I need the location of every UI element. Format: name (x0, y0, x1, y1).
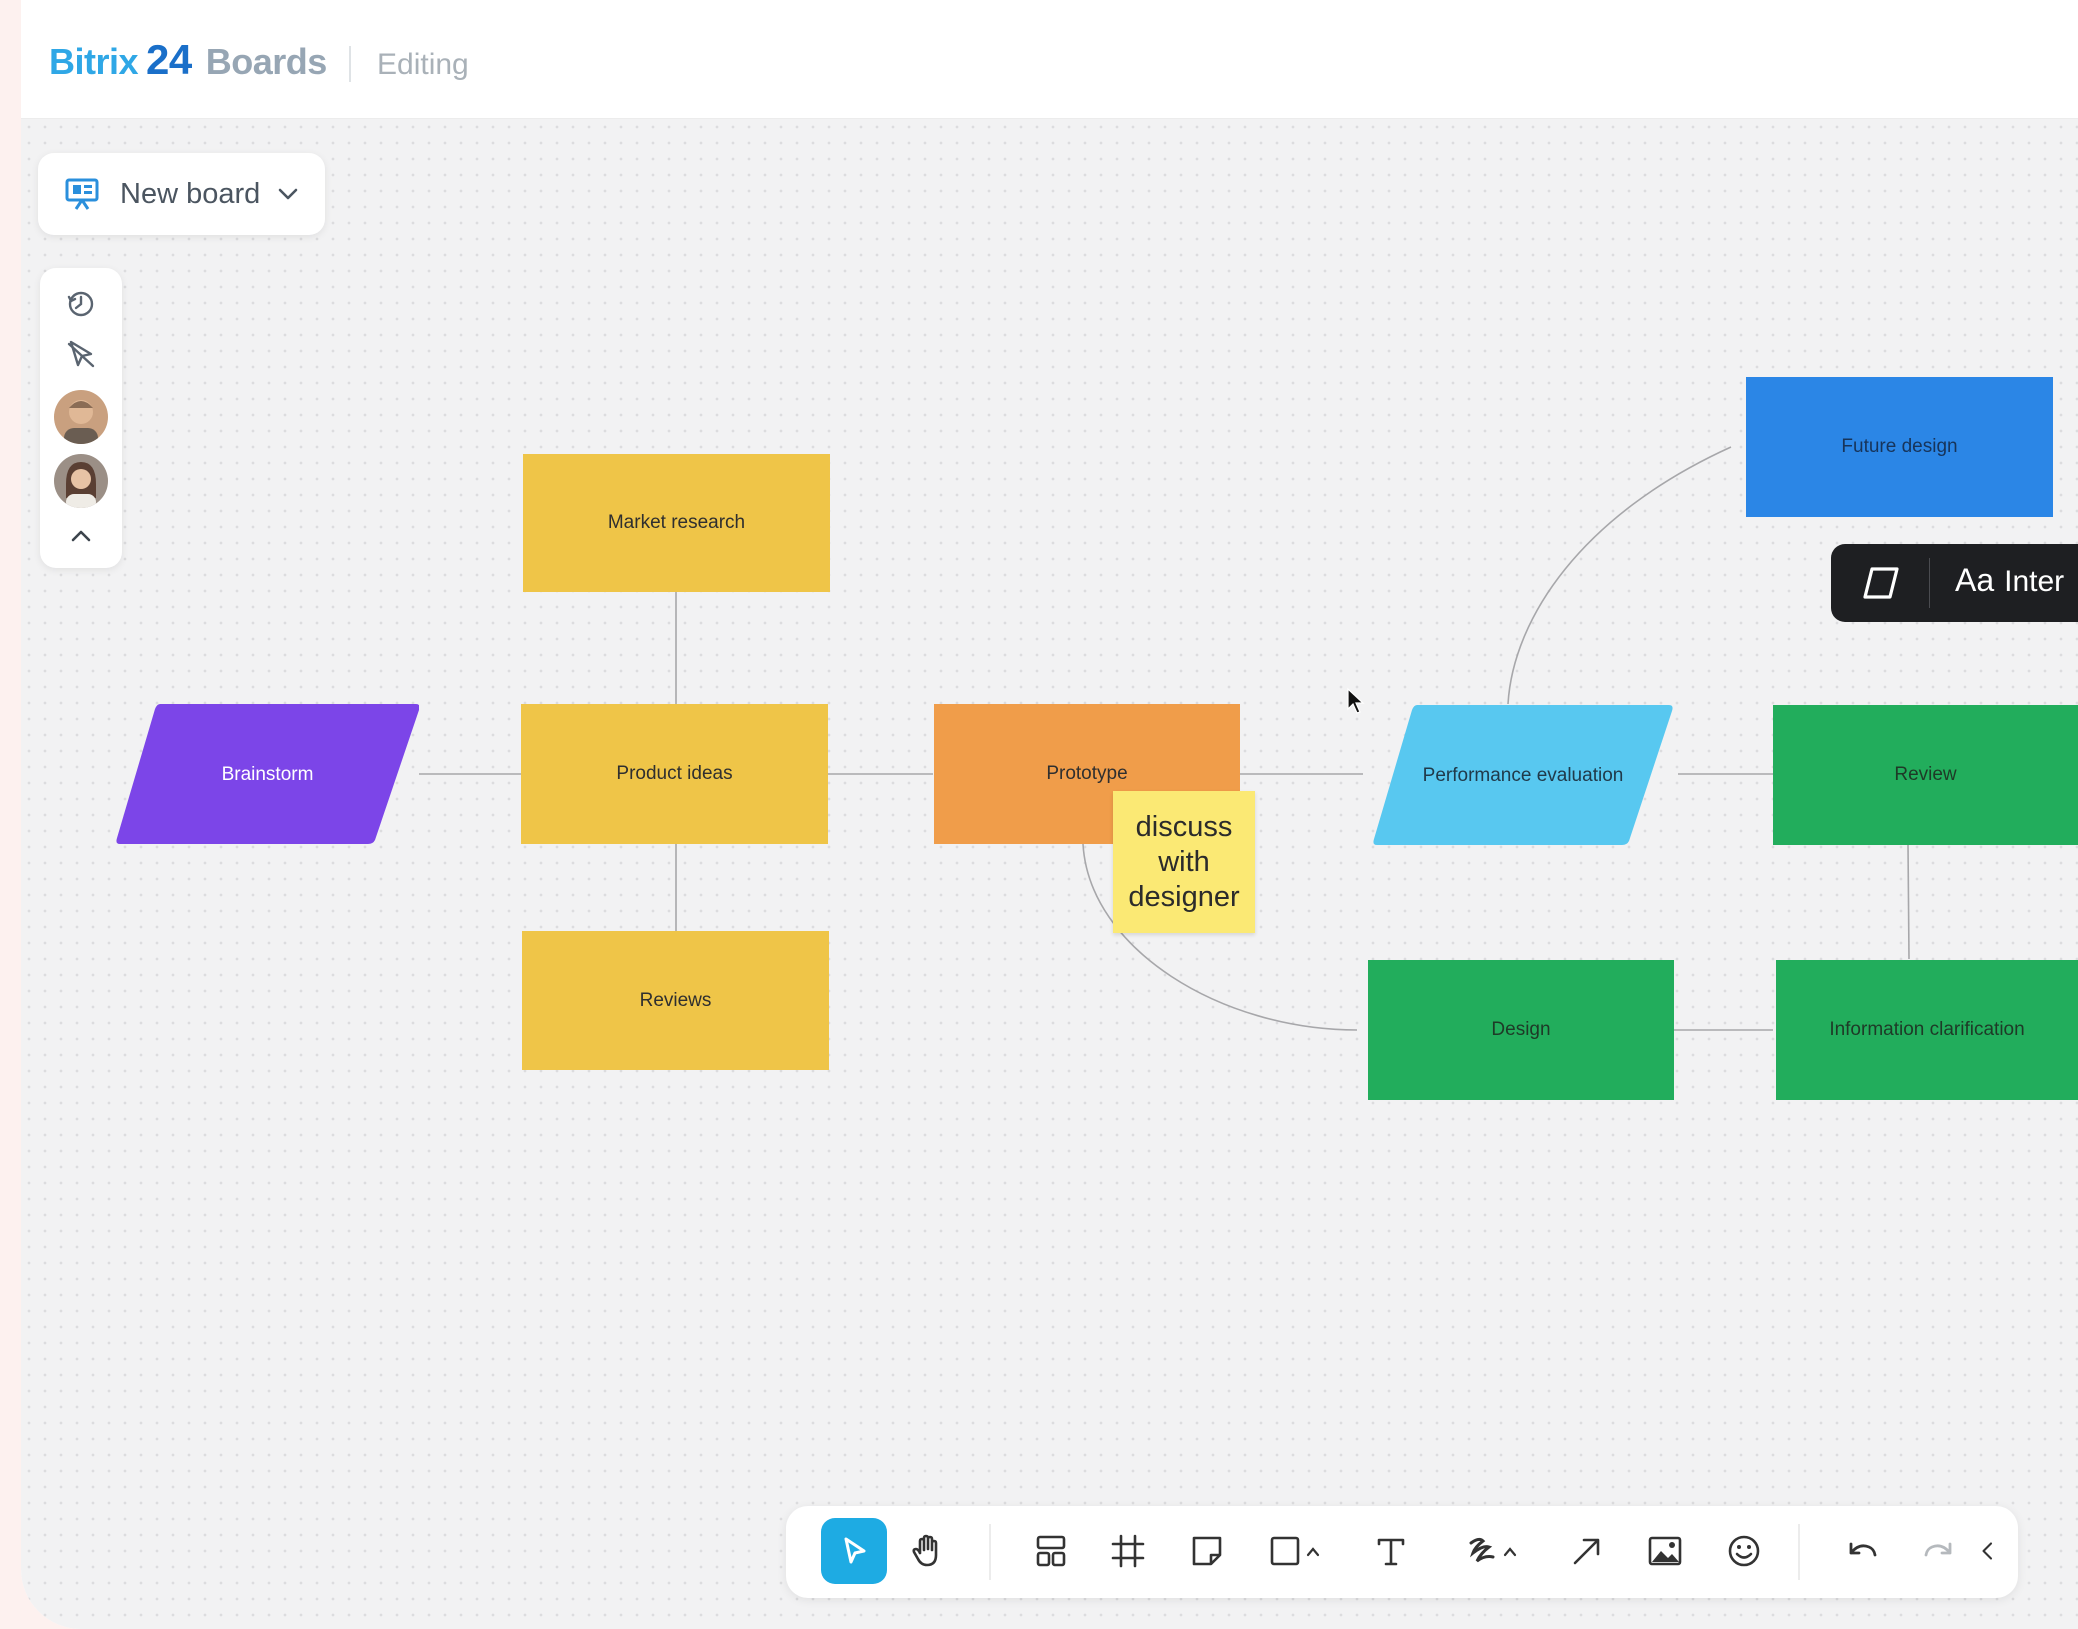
emoji-tool-button[interactable] (1711, 1518, 1777, 1584)
board-name: New board (120, 177, 261, 210)
text-icon (1377, 1538, 1405, 1566)
editing-status: Editing (377, 48, 469, 81)
shape-style-icon[interactable] (1861, 564, 1901, 602)
templates-icon (1036, 1535, 1066, 1567)
emoji-icon (1728, 1535, 1760, 1567)
node-reviews[interactable]: Reviews (522, 931, 829, 1070)
avatar[interactable] (54, 390, 108, 444)
node-label: Information clarification (1829, 1019, 2025, 1040)
chevron-left-icon (1982, 1542, 1993, 1560)
frame-icon (1111, 1534, 1145, 1568)
shape-tool-button[interactable] (1251, 1518, 1345, 1584)
toolbar-separator (989, 1524, 991, 1580)
frame-tool-button[interactable] (1095, 1518, 1161, 1584)
undo-button[interactable] (1828, 1518, 1894, 1584)
toolbar-divider (1929, 558, 1930, 608)
node-performance-evaluation[interactable]: Performance evaluation (1373, 705, 1673, 845)
sticky-note-tool-button[interactable] (1174, 1518, 1240, 1584)
node-label: Prototype (1046, 763, 1128, 784)
connector-lines (419, 446, 1910, 1031)
collaborators-rail (40, 268, 122, 568)
pointer-icon (844, 1537, 866, 1564)
mouse-pointer-icon (1347, 687, 1365, 714)
connector-performance-future (1507, 446, 1732, 705)
hand-tool-button[interactable] (894, 1518, 960, 1584)
bottom-toolbar (786, 1506, 2018, 1598)
font-name: Inter (2004, 565, 2065, 598)
arrow-icon (1573, 1538, 1600, 1565)
pen-icon (1469, 1537, 1517, 1563)
node-label: Reviews (639, 989, 712, 1011)
hand-icon (912, 1534, 938, 1567)
node-market-research[interactable]: Market research (523, 454, 830, 592)
node-label: Brainstorm (221, 763, 314, 785)
templates-tool-button[interactable] (1018, 1518, 1084, 1584)
font-selector[interactable]: Aa Inter (1955, 562, 2064, 599)
node-future-design[interactable]: Future design (1746, 377, 2053, 517)
redo-icon (1924, 1542, 1952, 1557)
board-selector[interactable]: New board (38, 153, 325, 235)
brand-name: Bitrix (49, 41, 139, 82)
chevron-down-icon (278, 188, 298, 200)
node-label: Design (1491, 1019, 1551, 1040)
avatar[interactable] (54, 454, 108, 508)
sticky-note[interactable]: discuss with designer (1113, 791, 1255, 933)
brand-product: Boards (205, 41, 328, 82)
font-icon: Aa (1955, 562, 1995, 598)
node-brainstorm[interactable]: Brainstorm (116, 704, 419, 844)
node-label: Future design (1841, 436, 1958, 457)
collapse-toolbar-button[interactable] (1964, 1518, 2012, 1584)
hide-cursors-button[interactable] (61, 334, 101, 374)
collapse-rail-button[interactable] (61, 516, 101, 556)
node-design[interactable]: Design (1368, 960, 1674, 1100)
toolbar-separator (1798, 1524, 1800, 1580)
board-canvas[interactable]: New board Brainstorm Market research Pro… (21, 119, 2078, 1629)
square-shape-icon (1270, 1536, 1320, 1566)
connector-review-clarification (1907, 843, 1910, 960)
node-product-ideas[interactable]: Product ideas (521, 704, 828, 844)
node-information-clarification[interactable]: Information clarification (1776, 960, 2078, 1100)
node-label: Review (1894, 764, 1957, 785)
node-label: Product ideas (616, 763, 733, 784)
text-format-toolbar: Aa Inter (1831, 544, 2078, 622)
top-bar: Bitrix 24 Boards Editing (21, 0, 2078, 119)
history-icon (67, 291, 94, 317)
presentation-board-icon (65, 178, 99, 210)
undo-icon (1849, 1542, 1877, 1557)
node-label: Market research (607, 512, 746, 533)
text-tool-button[interactable] (1358, 1518, 1424, 1584)
pen-tool-button[interactable] (1448, 1518, 1542, 1584)
brand-logo: Bitrix 24 Boards (49, 36, 327, 92)
cursor-off-icon (67, 340, 95, 368)
header-divider (349, 46, 351, 82)
image-tool-button[interactable] (1632, 1518, 1698, 1584)
connector-tool-button[interactable] (1554, 1518, 1620, 1584)
history-button[interactable] (61, 284, 101, 324)
sticky-note-icon (1192, 1536, 1222, 1566)
sticky-note-text: discuss with designer (1128, 810, 1240, 913)
app-window: Bitrix 24 Boards Editing New board Brain… (21, 0, 2078, 1629)
image-icon (1648, 1536, 1682, 1566)
brand-number: 24 (146, 36, 192, 83)
node-review[interactable]: Review (1773, 705, 2078, 845)
node-label: Performance evaluation (1422, 764, 1624, 786)
select-tool-button[interactable] (821, 1518, 887, 1584)
chevron-up-icon (71, 530, 91, 542)
